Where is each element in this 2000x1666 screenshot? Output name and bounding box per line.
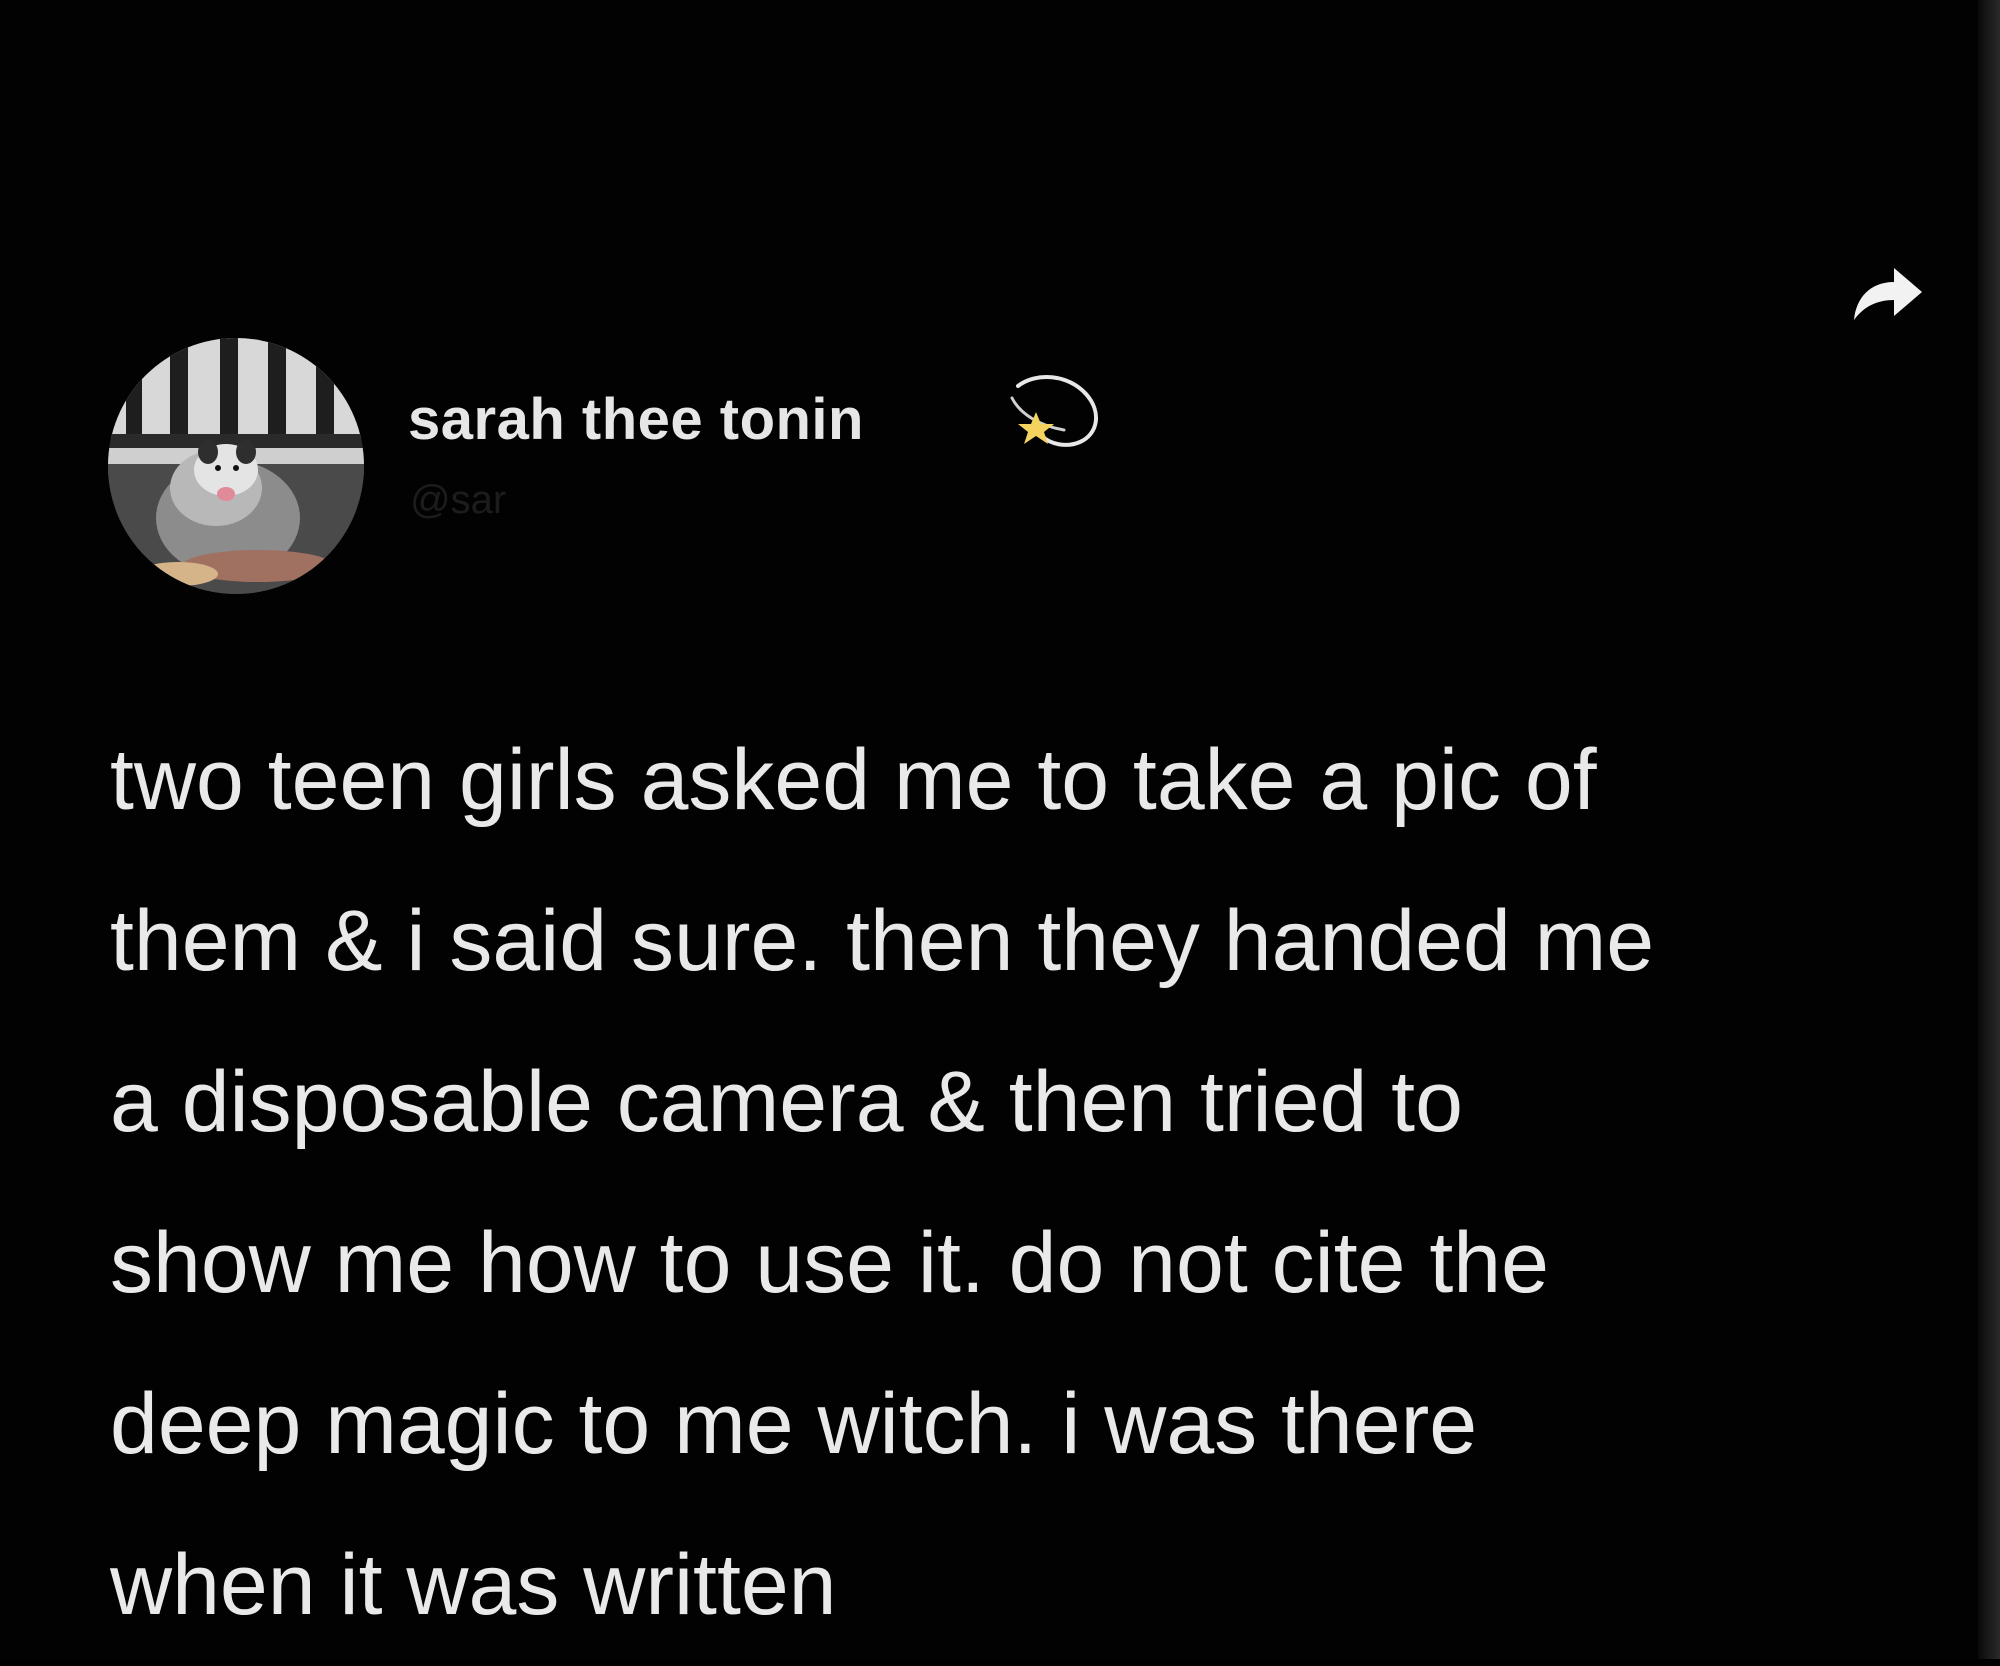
tweet-text-line: deep magic to me witch. i was there bbox=[110, 1376, 1478, 1472]
tweet-text-line: a disposable camera & then tried to bbox=[110, 1054, 1463, 1150]
tweet-text-line: when it was written bbox=[110, 1537, 837, 1633]
tweet-text-line: two teen girls asked me to take a pic of bbox=[110, 732, 1597, 828]
opossum-avatar bbox=[108, 338, 364, 594]
author-handle[interactable]: @sar bbox=[410, 478, 506, 523]
tweet-text: two teen girls asked me to take a pic of… bbox=[110, 700, 1990, 1666]
dizzy-star-icon bbox=[1006, 364, 1106, 464]
share-button[interactable] bbox=[1848, 258, 1928, 328]
avatar[interactable] bbox=[108, 338, 364, 594]
tweet-text-line: them & i said sure. then they handed me bbox=[110, 893, 1655, 989]
share-arrow-icon bbox=[1854, 268, 1922, 320]
tweet-screenshot: sarah thee tonin @sar two teen girls ask… bbox=[0, 0, 2000, 1659]
tweet-text-line: show me how to use it. do not cite the bbox=[110, 1215, 1549, 1311]
author-display-name[interactable]: sarah thee tonin bbox=[408, 386, 864, 453]
